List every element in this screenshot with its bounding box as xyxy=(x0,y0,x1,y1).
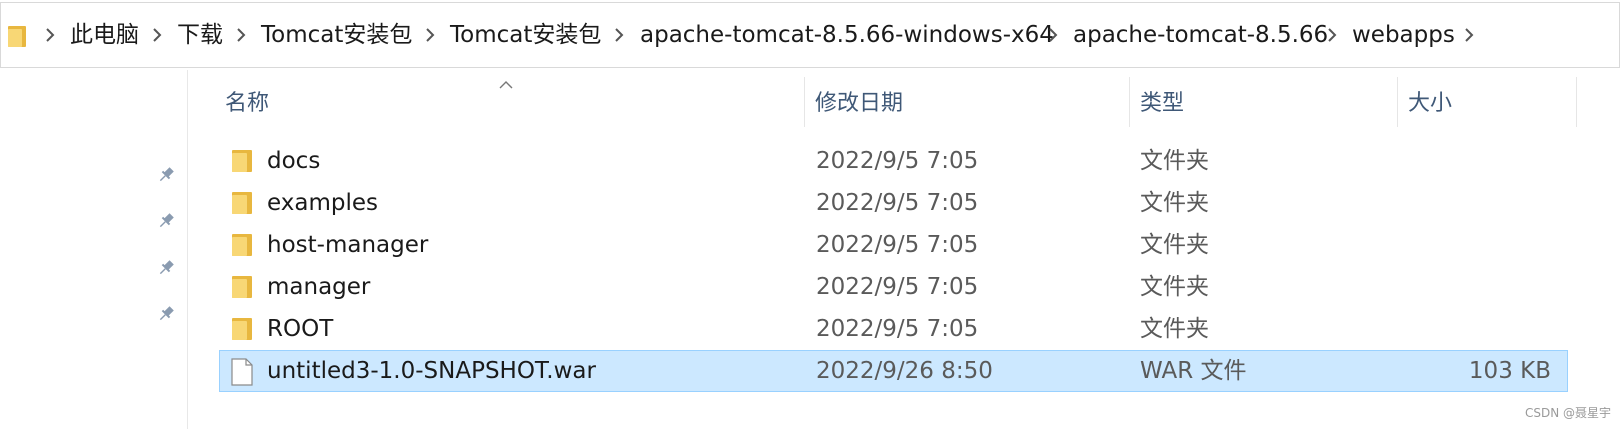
breadcrumb-item-this-pc[interactable]: 此电脑 xyxy=(70,3,139,67)
folder-icon xyxy=(231,274,253,304)
column-divider[interactable] xyxy=(804,77,805,127)
column-divider[interactable] xyxy=(1576,77,1577,127)
file-name[interactable]: untitled3-1.0-SNAPSHOT.war xyxy=(267,350,596,392)
folder-icon xyxy=(231,148,253,178)
chevron-right-icon[interactable] xyxy=(41,3,59,67)
file-date-modified: 2022/9/5 7:05 xyxy=(816,232,979,258)
file-type: 文件夹 xyxy=(1140,232,1209,258)
file-name[interactable]: docs xyxy=(267,140,320,182)
file-date-modified: 2022/9/5 7:05 xyxy=(816,190,979,216)
chevron-right-icon[interactable] xyxy=(421,3,439,67)
folder-icon xyxy=(231,316,253,346)
list-item[interactable]: host-manager 2022/9/5 7:05 文件夹 xyxy=(219,224,1569,266)
column-header-date-modified[interactable]: 修改日期 xyxy=(815,79,903,128)
file-name[interactable]: ROOT xyxy=(267,308,333,350)
file-explorer-window: 此电脑 下载 Tomcat安装包 Tomcat安装包 apache-tomcat… xyxy=(0,0,1623,429)
chevron-right-icon[interactable] xyxy=(1460,3,1478,67)
column-divider[interactable] xyxy=(1129,77,1130,127)
list-item[interactable]: manager 2022/9/5 7:05 文件夹 xyxy=(219,266,1569,308)
file-type: 文件夹 xyxy=(1140,148,1209,174)
file-type: 文件夹 xyxy=(1140,274,1209,300)
breadcrumb-item-downloads[interactable]: 下载 xyxy=(177,3,223,67)
file-icon xyxy=(231,358,253,390)
chevron-right-icon[interactable] xyxy=(1044,3,1062,67)
folder-icon xyxy=(231,190,253,220)
pin-icon[interactable] xyxy=(155,164,177,190)
list-item[interactable]: ROOT 2022/9/5 7:05 文件夹 xyxy=(219,308,1569,350)
breadcrumb-item-webapps[interactable]: webapps xyxy=(1352,3,1455,67)
chevron-right-icon[interactable] xyxy=(610,3,628,67)
sort-ascending-caret-icon xyxy=(499,74,513,93)
navigation-pane-divider[interactable] xyxy=(187,70,188,429)
breadcrumb-item-tomcat-windows-x64[interactable]: apache-tomcat-8.5.66-windows-x64 xyxy=(640,3,1054,67)
file-name[interactable]: host-manager xyxy=(267,224,428,266)
file-date-modified: 2022/9/5 7:05 xyxy=(816,274,979,300)
file-type: 文件夹 xyxy=(1140,316,1209,342)
file-name[interactable]: manager xyxy=(267,266,370,308)
chevron-right-icon[interactable] xyxy=(232,3,250,67)
file-size: 103 KB xyxy=(1468,358,1551,384)
breadcrumb-item-tomcat-installer-2[interactable]: Tomcat安装包 xyxy=(450,3,601,67)
file-name[interactable]: examples xyxy=(267,182,378,224)
column-header-type[interactable]: 类型 xyxy=(1140,79,1184,128)
pin-icon[interactable] xyxy=(155,257,177,283)
column-header-size[interactable]: 大小 xyxy=(1408,79,1452,128)
pin-icon[interactable] xyxy=(155,210,177,236)
column-divider[interactable] xyxy=(1397,77,1398,127)
chevron-right-icon[interactable] xyxy=(148,3,166,67)
file-date-modified: 2022/9/5 7:05 xyxy=(816,148,979,174)
folder-icon[interactable] xyxy=(7,24,27,52)
list-item-selected[interactable]: untitled3-1.0-SNAPSHOT.war 2022/9/26 8:5… xyxy=(219,350,1568,392)
chevron-right-icon[interactable] xyxy=(1323,3,1341,67)
address-bar[interactable]: 此电脑 下载 Tomcat安装包 Tomcat安装包 apache-tomcat… xyxy=(0,2,1620,68)
folder-icon xyxy=(231,232,253,262)
column-header-name[interactable]: 名称 xyxy=(225,79,269,128)
pin-icon[interactable] xyxy=(155,303,177,329)
list-item[interactable]: examples 2022/9/5 7:05 文件夹 xyxy=(219,182,1569,224)
breadcrumb-item-tomcat-8-5-66[interactable]: apache-tomcat-8.5.66 xyxy=(1073,3,1328,67)
watermark: CSDN @聂星宇 xyxy=(1524,406,1611,420)
file-type: 文件夹 xyxy=(1140,190,1209,216)
list-item[interactable]: docs 2022/9/5 7:05 文件夹 xyxy=(219,140,1569,182)
breadcrumb-item-tomcat-installer-1[interactable]: Tomcat安装包 xyxy=(261,3,412,67)
file-date-modified: 2022/9/26 8:50 xyxy=(816,358,993,384)
file-type: WAR 文件 xyxy=(1140,358,1247,384)
file-date-modified: 2022/9/5 7:05 xyxy=(816,316,979,342)
